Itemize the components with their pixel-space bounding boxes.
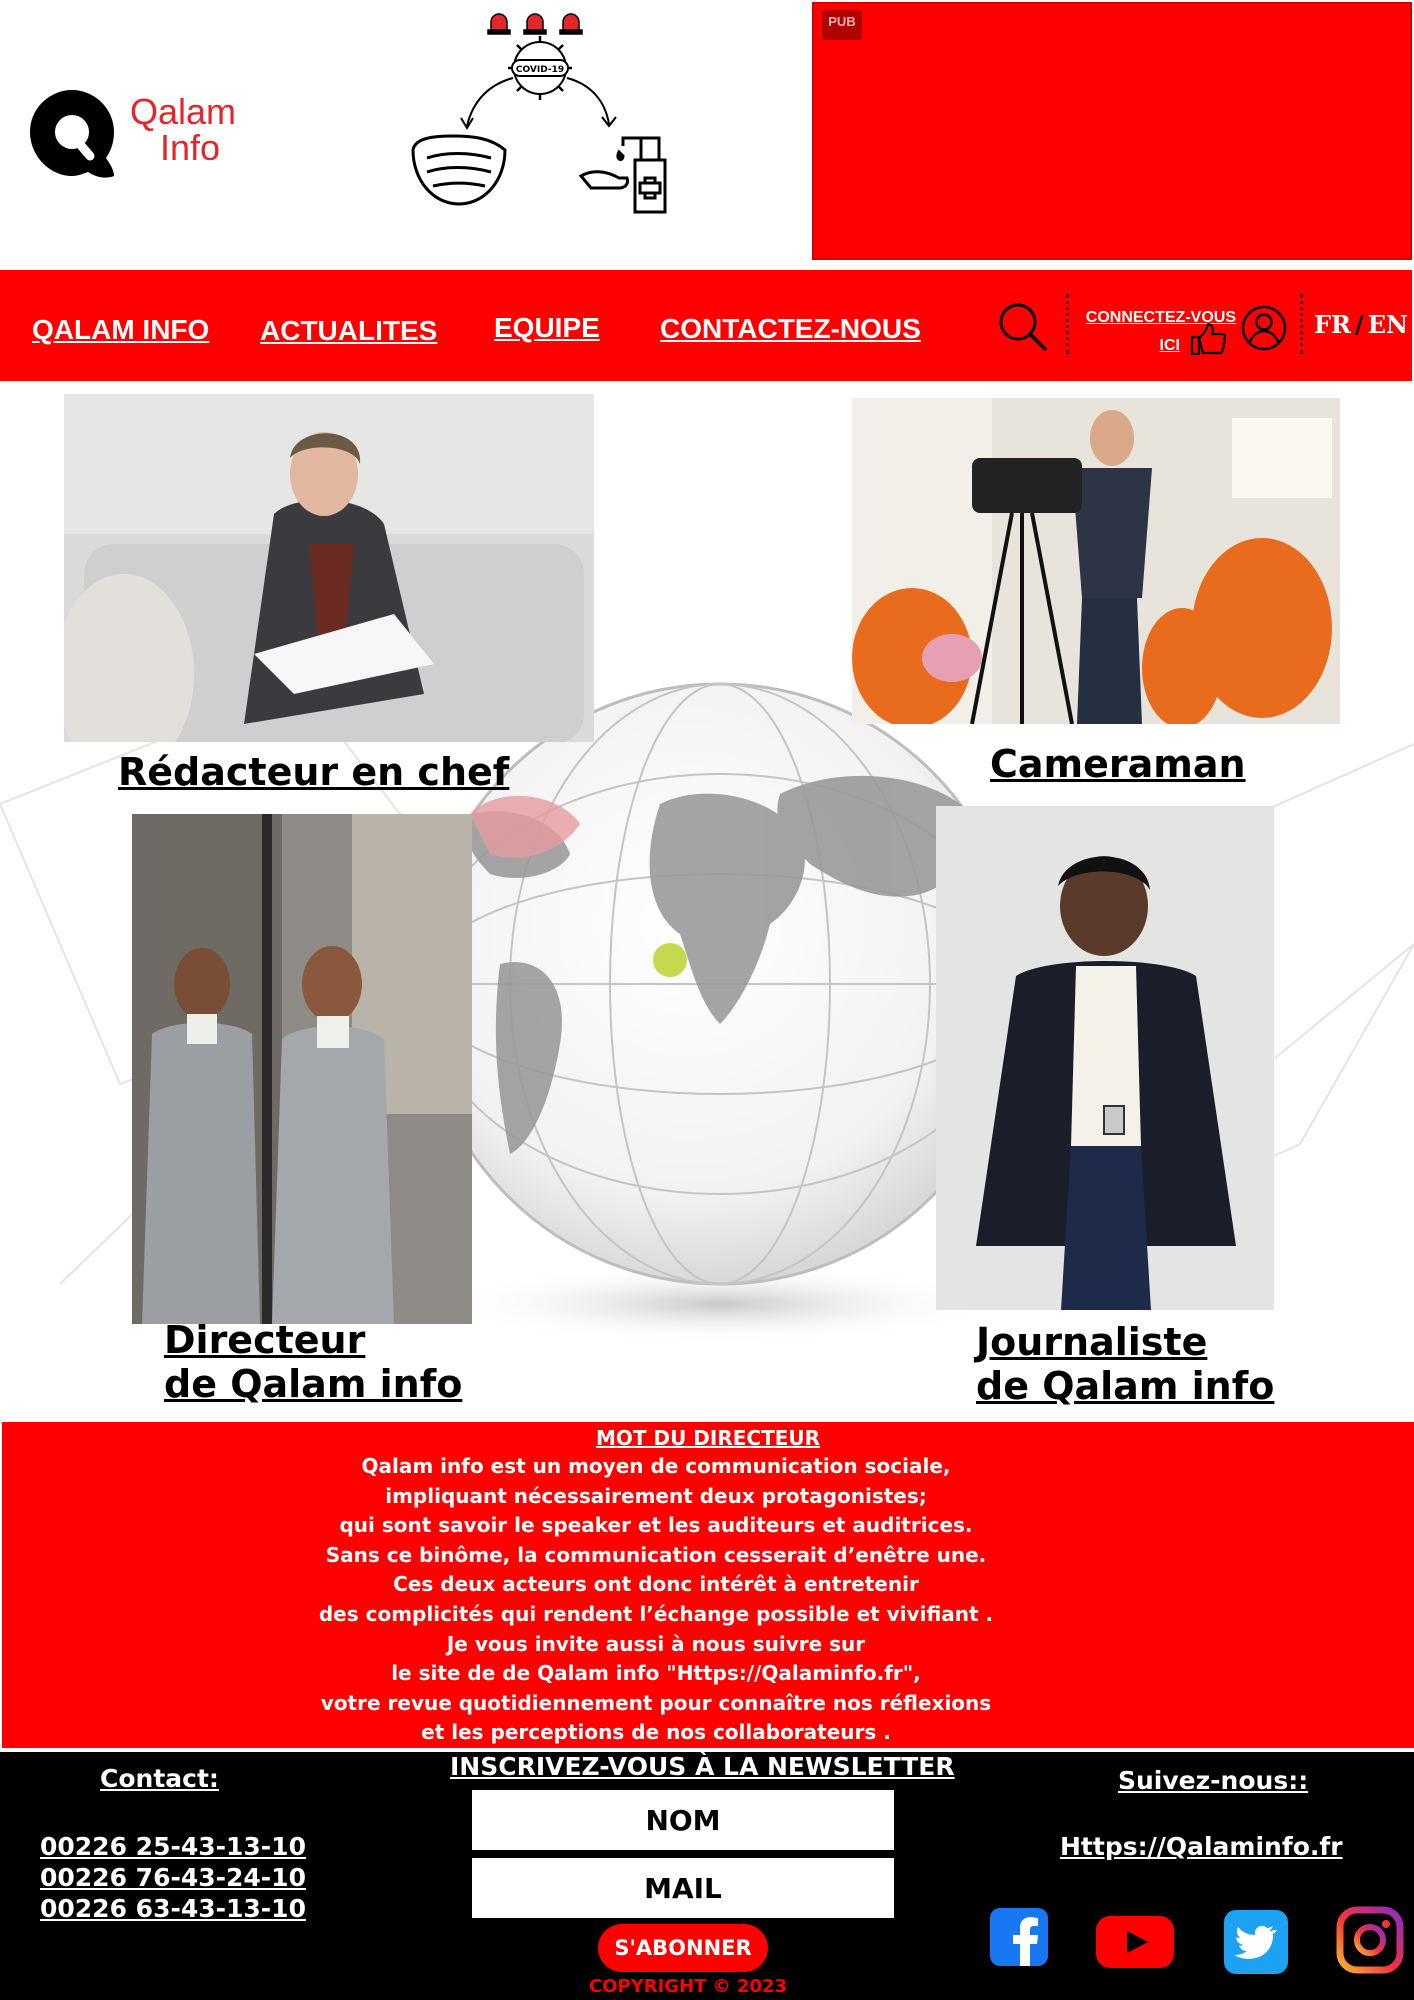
- editor-in-chief-photo: [64, 394, 594, 742]
- editor-in-chief-caption: Rédacteur en chef: [118, 750, 509, 794]
- director-message-line: le site de de Qalam info "Https://Qalami…: [391, 1661, 921, 1686]
- covid-prevention-illustration: COVID-19: [411, 13, 667, 214]
- editor-in-chief-title: Rédacteur en chef: [118, 750, 510, 794]
- subscribe-button[interactable]: S'ABONNER: [598, 1924, 768, 1972]
- journalist-caption: Journaliste de Qalam info: [976, 1320, 1274, 1408]
- phone-number[interactable]: 00226 25-43-13-10: [40, 1832, 306, 1861]
- lang-en-link[interactable]: EN: [1368, 310, 1408, 339]
- director-message-line: votre revue quotidiennement pour connaît…: [320, 1690, 992, 1715]
- cameraman-caption: Cameraman: [990, 742, 1246, 786]
- director-message: MOT DU DIRECTEUR Qalam info est un moyen…: [2, 1422, 1414, 1748]
- journalist-title-line2: de Qalam info: [976, 1364, 1275, 1408]
- director-title-line2: de Qalam info: [164, 1362, 463, 1406]
- newsletter-email-input[interactable]: [472, 1858, 894, 1918]
- siren-icon: [487, 13, 583, 35]
- logo-word-qalam: Qalam: [130, 91, 237, 132]
- director-message-body: Qalam info est un moyen de communication…: [2, 1452, 1308, 1748]
- face-mask-icon: [411, 134, 507, 206]
- search-icon[interactable]: [998, 302, 1048, 352]
- twitter-icon[interactable]: [1224, 1910, 1288, 1974]
- phone-number[interactable]: 00226 76-43-24-10: [40, 1863, 306, 1892]
- nav-divider: [1300, 294, 1303, 354]
- nav-link-qalam-info[interactable]: QALAM INFO: [32, 314, 209, 346]
- language-switcher: FR / EN: [1314, 310, 1408, 339]
- director-message-title: MOT DU DIRECTEUR: [595, 1426, 821, 1450]
- logo-word-info: Info: [160, 127, 221, 168]
- journalist-photo: [936, 806, 1274, 1310]
- hand-sanitizer-icon: [578, 136, 667, 214]
- phone-number[interactable]: 00226 63-43-13-10: [40, 1894, 306, 1923]
- cameraman-photo: [852, 398, 1340, 724]
- director-photo: [132, 814, 472, 1324]
- director-message-line: des complicités qui rendent l’échange po…: [318, 1601, 994, 1626]
- cameraman-title: Cameraman: [990, 742, 1246, 786]
- thumbs-up-icon: [1190, 322, 1226, 356]
- instagram-icon[interactable]: [1336, 1906, 1404, 1974]
- website-link[interactable]: Https://Qalaminfo.fr: [1060, 1832, 1343, 1861]
- director-message-line: impliquant nécessairement deux protagoni…: [385, 1483, 927, 1508]
- team-section: Rédacteur en chef Cameraman Directeur de…: [0, 384, 1414, 1420]
- qalam-info-logo[interactable]: Qalam Info: [24, 84, 254, 184]
- covid-label: COVID-19: [516, 65, 564, 75]
- main-navigation: QALAM INFO ACTUALITES EQUIPE CONTACTEZ-N…: [0, 268, 1412, 381]
- director-message-line: Qalam info est un moyen de communication…: [361, 1454, 951, 1478]
- follow-us-heading: Suivez-nous::: [1118, 1766, 1309, 1795]
- director-title-line1: Directeur: [164, 1318, 366, 1362]
- director-message-line: Ces deux acteurs ont donc intérêt à entr…: [393, 1572, 919, 1597]
- lang-fr-link[interactable]: FR: [1314, 310, 1351, 339]
- newsletter-heading: INSCRIVEZ-VOUS À LA NEWSLETTER: [450, 1752, 955, 1781]
- director-message-line: qui sont savoir le speaker et les audite…: [339, 1513, 973, 1538]
- director-caption: Directeur de Qalam info: [164, 1318, 462, 1406]
- nav-link-contactez-nous[interactable]: CONTACTEZ-NOUS: [660, 313, 921, 345]
- nav-link-actualites[interactable]: ACTUALITES: [260, 315, 437, 347]
- director-message-line: et les perceptions de nos collaborateurs…: [421, 1720, 891, 1745]
- ad-badge: PUB: [822, 10, 862, 40]
- nav-link-equipe[interactable]: EQUIPE: [494, 312, 600, 344]
- qalam-logo-mark-icon: [30, 90, 114, 178]
- journalist-title-line1: Journaliste: [976, 1320, 1208, 1364]
- director-message-line: Sans ce binôme, la communication cessera…: [325, 1542, 987, 1567]
- youtube-icon[interactable]: [1096, 1916, 1174, 1968]
- logo-wordmark: Qalam Info: [130, 94, 236, 166]
- contact-heading: Contact:: [100, 1764, 219, 1793]
- advertisement-banner[interactable]: PUB: [812, 2, 1412, 260]
- footer: Contact: 00226 25-43-13-10 00226 76-43-2…: [0, 1750, 1414, 2000]
- nav-divider: [1066, 294, 1069, 354]
- lang-separator: /: [1354, 310, 1364, 339]
- newsletter-name-input[interactable]: [472, 1790, 894, 1850]
- director-message-line: Je vous invite aussi à nous suivre sur: [446, 1631, 866, 1656]
- facebook-icon[interactable]: [990, 1908, 1048, 1966]
- user-account-icon[interactable]: [1240, 304, 1288, 352]
- copyright-text: COPYRIGHT © 2023: [589, 1976, 788, 1997]
